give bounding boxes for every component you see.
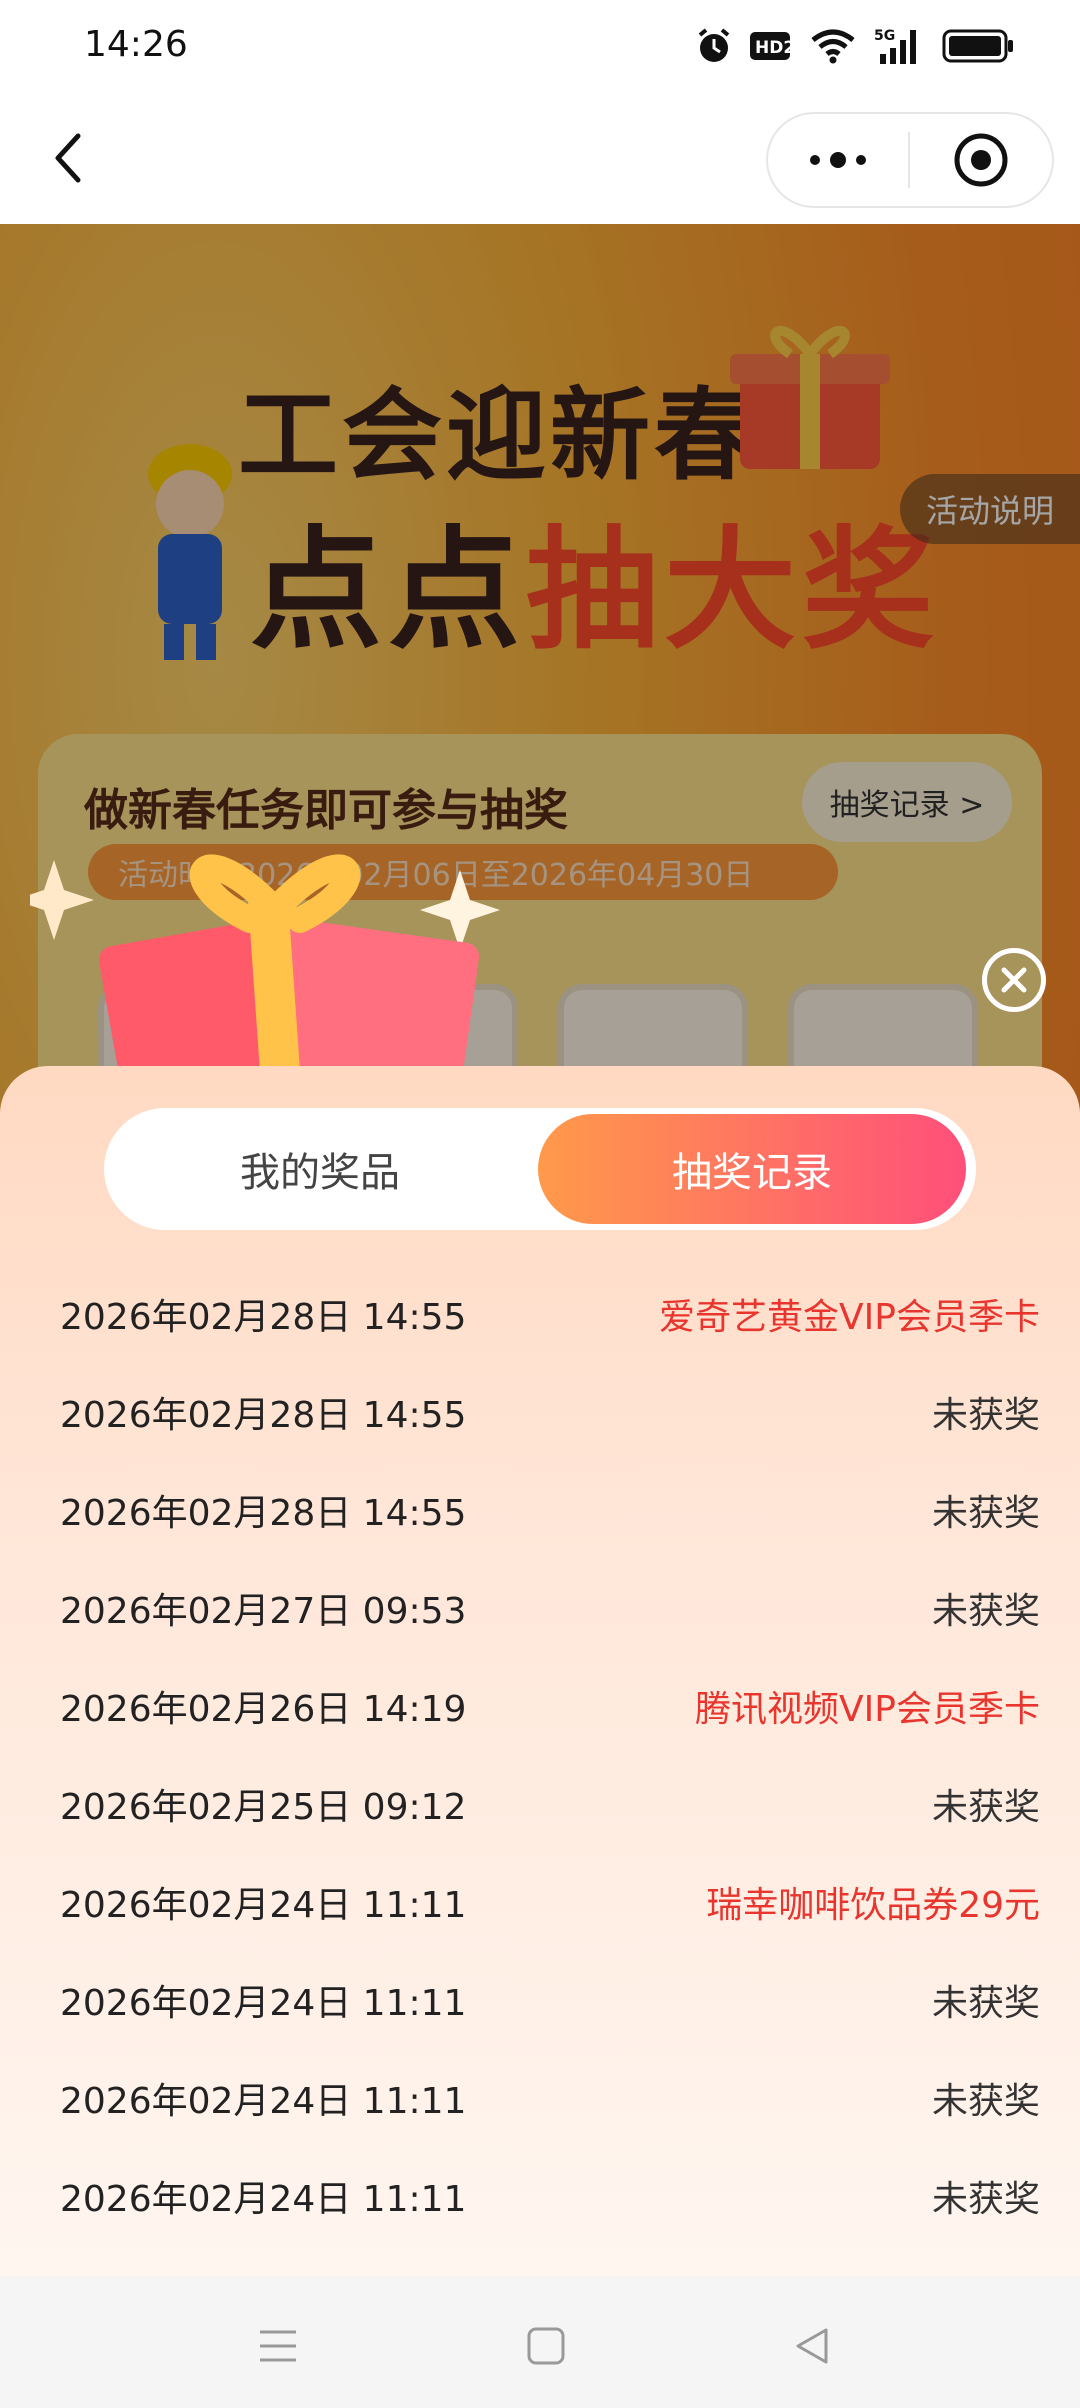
system-nav-bar [0, 2276, 1080, 2408]
record-result: 未获奖 [931, 1493, 1040, 1534]
more-button[interactable] [768, 114, 908, 206]
lottery-record-sheet: 我的奖品 抽奖记录 2026年02月28日 14:55 爱奇艺黄金VIP会员季卡… [0, 1066, 1080, 2276]
more-dots-icon [810, 155, 820, 165]
record-date: 2026年02月24日 11:11 [60, 1885, 467, 1926]
record-date: 2026年02月24日 11:11 [60, 2081, 467, 2122]
5g-signal-icon: 5G [874, 26, 924, 66]
nav-bar [0, 96, 1080, 224]
battery-icon [942, 26, 1014, 66]
svg-text:5G: 5G [874, 28, 895, 44]
system-back-button[interactable] [782, 2316, 842, 2376]
close-icon [1001, 967, 1027, 993]
record-date: 2026年02月28日 14:55 [60, 1297, 467, 1338]
home-button[interactable] [516, 2316, 576, 2376]
record-row: 2026年02月28日 14:55 爱奇艺黄金VIP会员季卡 [0, 1260, 1080, 1358]
record-date: 2026年02月28日 14:55 [60, 1395, 467, 1436]
home-square-icon [527, 2327, 565, 2365]
more-dots-icon-center [830, 152, 846, 168]
record-list: 2026年02月28日 14:55 爱奇艺黄金VIP会员季卡 2026年02月2… [0, 1260, 1080, 2240]
record-row: 2026年02月24日 11:11 未获奖 [0, 2142, 1080, 2240]
menu-button[interactable] [248, 2316, 308, 2376]
target-circle-icon [954, 133, 1008, 187]
mini-program-capsule [766, 112, 1054, 208]
record-result: 未获奖 [931, 1787, 1040, 1828]
record-date: 2026年02月24日 11:11 [60, 2179, 467, 2220]
record-date: 2026年02月26日 14:19 [60, 1689, 467, 1730]
record-result: 未获奖 [931, 1983, 1040, 2024]
gift-decoration-icon [30, 854, 500, 1080]
wifi-icon [810, 26, 856, 66]
record-result: 未获奖 [931, 1395, 1040, 1436]
hd-icon: HD2 [750, 26, 792, 66]
record-result: 爱奇艺黄金VIP会员季卡 [659, 1297, 1040, 1338]
record-row: 2026年02月28日 14:55 未获奖 [0, 1358, 1080, 1456]
record-result: 腾讯视频VIP会员季卡 [695, 1689, 1040, 1730]
record-date: 2026年02月25日 09:12 [60, 1787, 467, 1828]
record-date: 2026年02月28日 14:55 [60, 1493, 467, 1534]
chevron-left-icon [55, 133, 81, 183]
record-row: 2026年02月24日 11:11 瑞幸咖啡饮品券29元 [0, 1848, 1080, 1946]
record-result: 未获奖 [931, 2081, 1040, 2122]
record-date: 2026年02月24日 11:11 [60, 1983, 467, 2024]
close-mini-program-button[interactable] [910, 114, 1052, 206]
more-dots-icon-right [856, 155, 866, 165]
close-modal-button[interactable] [982, 948, 1046, 1012]
record-row: 2026年02月24日 11:11 未获奖 [0, 1946, 1080, 2044]
svg-text:HD2: HD2 [755, 38, 792, 58]
record-result: 未获奖 [931, 2179, 1040, 2220]
record-row: 2026年02月28日 14:55 未获奖 [0, 1456, 1080, 1554]
back-button[interactable] [36, 126, 100, 190]
tab-lottery-records[interactable]: 抽奖记录 [538, 1114, 966, 1224]
record-result: 瑞幸咖啡饮品券29元 [706, 1885, 1040, 1926]
record-row: 2026年02月26日 14:19 腾讯视频VIP会员季卡 [0, 1652, 1080, 1750]
tab-switcher: 我的奖品 抽奖记录 [104, 1108, 976, 1230]
menu-icon [260, 2330, 296, 2362]
status-time: 14:26 [84, 24, 188, 65]
record-date: 2026年02月27日 09:53 [60, 1591, 467, 1632]
alarm-icon [696, 26, 732, 66]
back-triangle-icon [796, 2328, 828, 2364]
status-bar: 14:26 HD2 5G [0, 0, 1080, 96]
record-row: 2026年02月27日 09:53 未获奖 [0, 1554, 1080, 1652]
record-row: 2026年02月25日 09:12 未获奖 [0, 1750, 1080, 1848]
record-row: 2026年02月24日 11:11 未获奖 [0, 2044, 1080, 2142]
record-result: 未获奖 [931, 1591, 1040, 1632]
tab-my-prizes[interactable]: 我的奖品 [110, 1114, 530, 1224]
status-icons: HD2 5G [696, 26, 1014, 66]
